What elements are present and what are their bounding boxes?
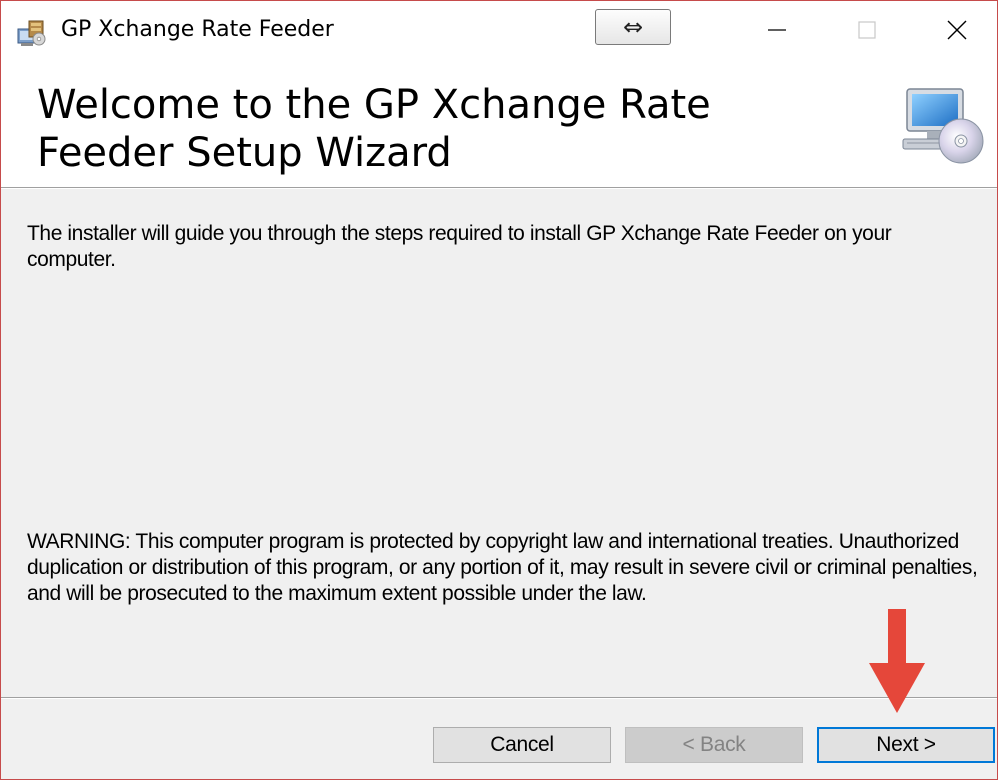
back-button[interactable]: < Back bbox=[625, 727, 803, 763]
snap-layout-button[interactable]: ⇔ bbox=[595, 9, 671, 45]
red-arrow-down-icon bbox=[847, 601, 947, 721]
copyright-warning-text: WARNING: This computer program is protec… bbox=[27, 530, 978, 605]
setup-window: GP Xchange Rate Feeder ⇔ Welcome to the … bbox=[0, 0, 998, 780]
installer-app-icon bbox=[17, 19, 47, 47]
maximize-icon bbox=[856, 19, 878, 46]
cancel-button[interactable]: Cancel bbox=[433, 727, 611, 763]
minimize-icon bbox=[766, 19, 788, 46]
wizard-header: Welcome to the GP Xchange Rate Feeder Se… bbox=[1, 63, 997, 187]
window-title: GP Xchange Rate Feeder bbox=[61, 17, 334, 42]
wizard-title: Welcome to the GP Xchange Rate Feeder Se… bbox=[37, 82, 711, 176]
intro-text: The installer will guide you through the… bbox=[27, 222, 892, 271]
next-button[interactable]: Next > bbox=[817, 727, 995, 763]
double-arrow-icon: ⇔ bbox=[622, 13, 644, 41]
title-bar[interactable]: GP Xchange Rate Feeder ⇔ bbox=[1, 1, 997, 63]
close-icon bbox=[945, 18, 969, 47]
close-button[interactable] bbox=[917, 1, 997, 63]
maximize-button[interactable] bbox=[827, 1, 907, 63]
minimize-button[interactable] bbox=[737, 1, 817, 63]
computer-disc-icon bbox=[897, 81, 987, 171]
